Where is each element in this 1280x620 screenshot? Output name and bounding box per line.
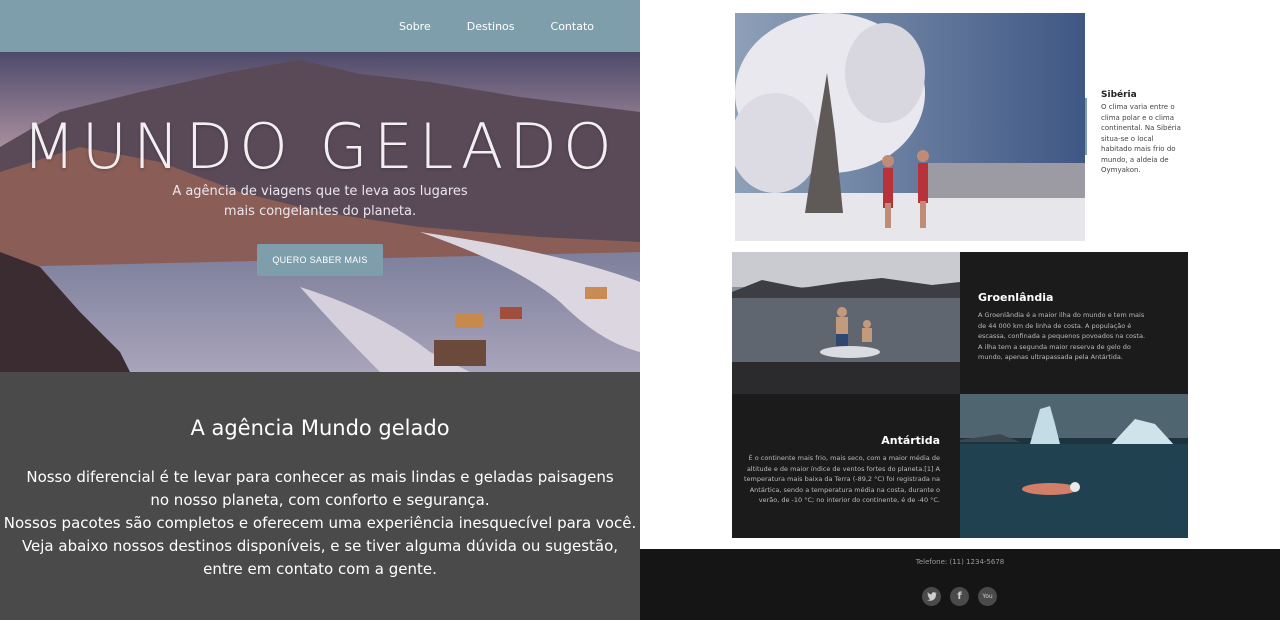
landing-page: Sobre Destinos Contato MUNDO GELADO A ag… <box>0 0 640 620</box>
facebook-icon[interactable]: f <box>950 587 969 606</box>
footer: Telefone: (11) 1234-5678 f You <box>640 549 1280 620</box>
social-links: f You <box>922 587 997 606</box>
greenland-title: Groenlândia <box>978 291 1054 304</box>
nav-link-contato[interactable]: Contato <box>551 20 594 33</box>
about-line: Veja abaixo nossos destinos disponíveis,… <box>21 537 619 555</box>
nav-link-sobre[interactable]: Sobre <box>399 20 431 33</box>
greenland-photo <box>732 252 960 394</box>
siberia-accent-bar <box>1085 98 1087 155</box>
about-text: Nosso diferencial é te levar para conhec… <box>0 466 640 581</box>
destinations-page: Sibéria O clima varia entre o clima pola… <box>640 0 1280 620</box>
about-line: entre em contato com a gente. <box>203 560 437 578</box>
greenland-card: Groenlândia A Groenlândia é a maior ilha… <box>960 252 1188 394</box>
about-line: Nossos pacotes são completos e oferecem … <box>3 514 637 532</box>
about-title: A agência Mundo gelado <box>190 416 450 440</box>
cta-button[interactable]: QUERO SABER MAIS <box>257 244 383 276</box>
hero-subtitle-line: A agência de viagens que te leva aos lug… <box>172 184 468 199</box>
siberia-photo <box>735 13 1085 241</box>
about-line: no nosso planeta, com conforto e seguran… <box>150 491 490 509</box>
antarctica-photo <box>960 394 1188 538</box>
youtube-icon[interactable]: You <box>978 587 997 606</box>
hero-title: MUNDO GELADO <box>22 110 618 183</box>
nav-link-destinos[interactable]: Destinos <box>467 20 515 33</box>
destinations-grid: Groenlândia A Groenlândia é a maior ilha… <box>732 252 1188 538</box>
hero-section: MUNDO GELADO A agência de viagens que te… <box>0 52 640 372</box>
antarctica-title: Antártida <box>881 434 940 447</box>
antarctica-description: É o continente mais frio, mais seco, com… <box>743 454 940 504</box>
siberia-title: Sibéria <box>1101 90 1137 100</box>
top-navbar: Sobre Destinos Contato <box>0 0 640 52</box>
footer-phone: Telefone: (11) 1234-5678 <box>915 558 1005 566</box>
about-line: Nosso diferencial é te levar para conhec… <box>26 468 614 486</box>
hero-subtitle: A agência de viagens que te leva aos lug… <box>170 182 470 222</box>
greenland-description: A Groenlândia é a maior ilha do mundo e … <box>978 311 1146 361</box>
hero-subtitle-line: mais congelantes do planeta. <box>223 204 417 219</box>
twitter-icon[interactable] <box>922 587 941 606</box>
about-section: A agência Mundo gelado Nosso diferencial… <box>0 372 640 620</box>
siberia-description: O clima varia entre o clima polar e o cl… <box>1101 103 1181 174</box>
antarctica-card: Antártida É o continente mais frio, mais… <box>732 394 960 538</box>
